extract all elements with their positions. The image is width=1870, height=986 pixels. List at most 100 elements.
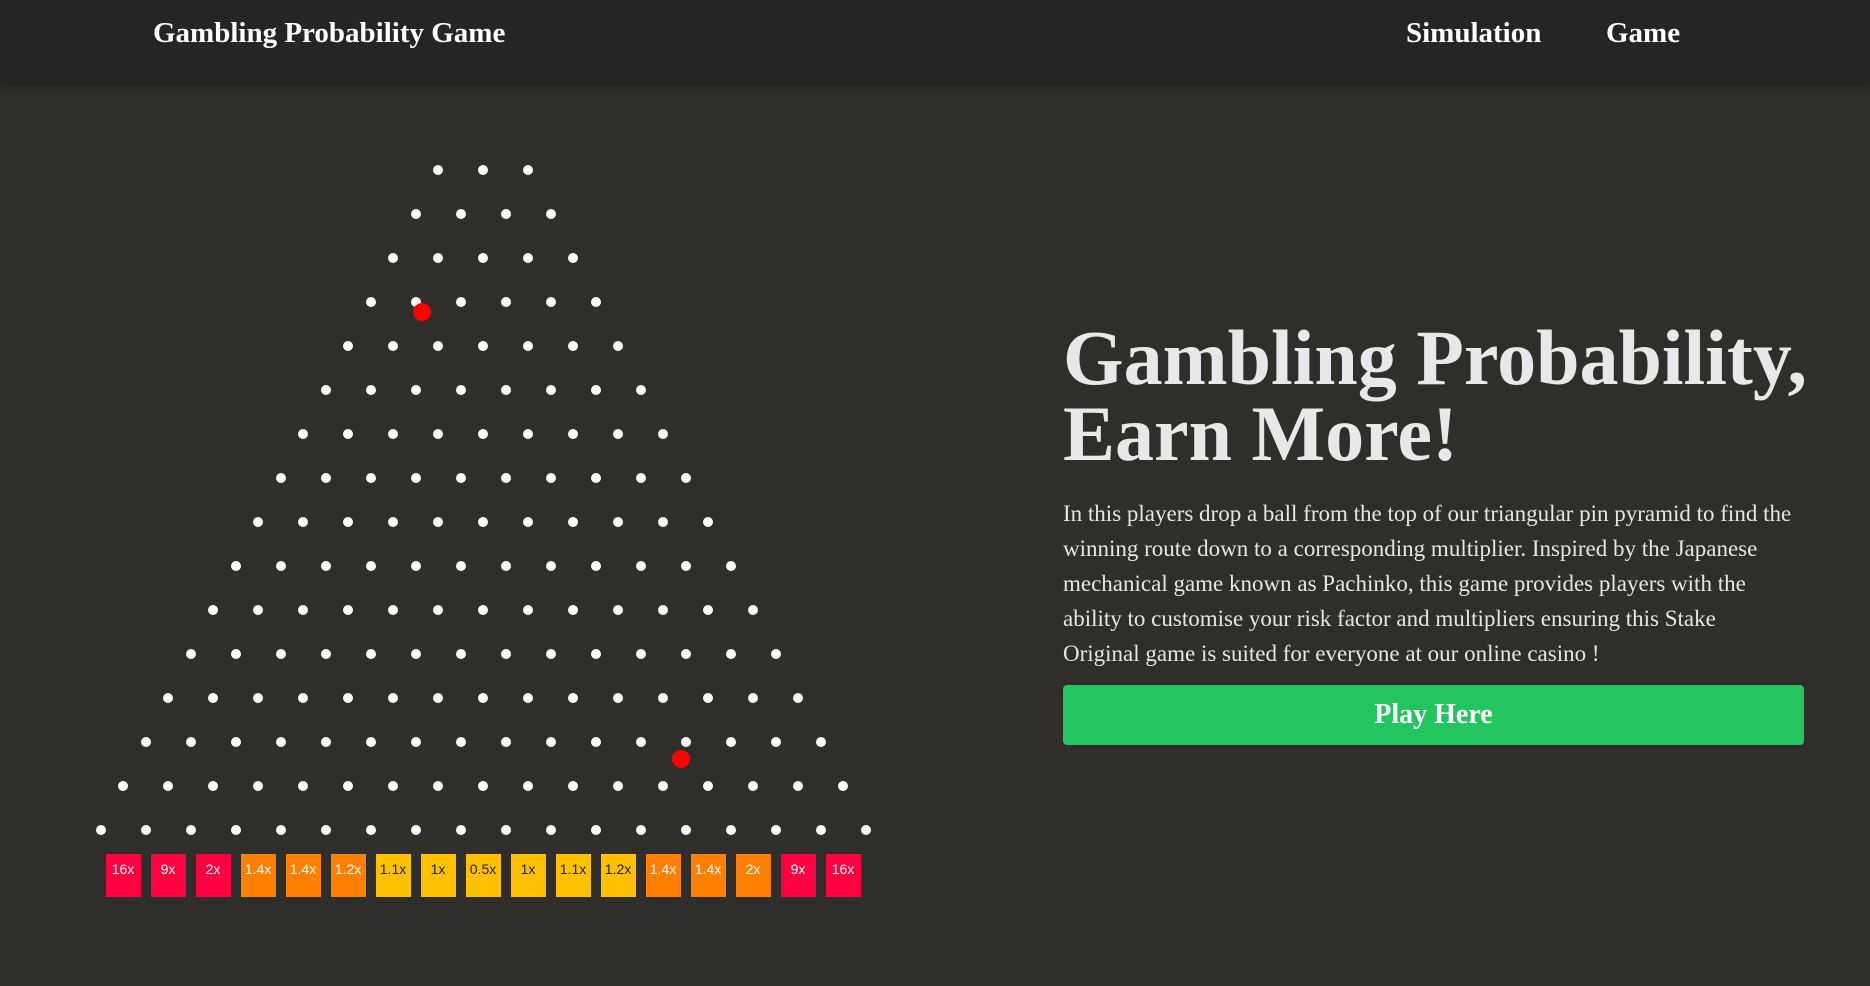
pin [365,825,376,835]
nav-link-simulation[interactable]: Simulation [1406,14,1541,52]
pin [343,693,353,703]
pin [500,473,511,483]
pin [545,385,556,395]
pin [545,649,556,659]
pin [455,737,466,747]
pin [320,385,331,395]
pin [703,693,713,703]
navbar: Gambling Probability Game Simulation Gam… [0,0,1870,82]
pin [568,693,578,703]
pin [793,781,803,791]
pin [455,209,466,219]
pin [478,341,488,351]
pin [613,781,623,791]
pin [478,517,488,527]
pin [680,737,691,747]
pin [185,825,196,835]
pin [455,297,466,307]
pin [523,517,533,527]
pin [680,561,691,571]
pin [478,781,488,791]
pin [568,429,578,439]
pin [545,825,556,835]
pin [320,561,331,571]
pin [815,737,826,747]
pin [478,253,488,263]
pin [590,825,601,835]
pin [253,781,263,791]
pin [523,341,533,351]
pin [455,473,466,483]
pin [230,825,241,835]
pin [118,781,128,791]
pin [208,781,218,791]
nav-link-game[interactable]: Game [1606,14,1680,52]
pin [298,517,308,527]
multiplier-bucket: 16x [825,854,861,897]
pin [433,165,443,175]
pin [253,517,263,527]
pin [680,649,691,659]
pin [568,605,578,615]
pin [365,385,376,395]
pin [388,253,398,263]
pin [388,429,398,439]
pin [208,605,218,615]
pin [298,429,308,439]
hero-title-line-1: Gambling Probability, [1063,314,1808,401]
pin [343,341,353,351]
pin [860,825,871,835]
hero-section: Gambling Probability, Earn More! In this… [1063,319,1813,745]
pin [433,253,443,263]
pin [500,385,511,395]
play-here-button[interactable]: Play Here [1063,685,1804,745]
pin [410,825,421,835]
pin [365,297,376,307]
pin [500,825,511,835]
pin [230,737,241,747]
pin [658,517,668,527]
pin [725,825,736,835]
plinko-board: 16x 9x 2x 1.4x 1.4x 1.2x 1.1x 1x 0.5x 1x 1.1x 1.2x 1… [0,82,1000,986]
pin [433,341,443,351]
pin [365,649,376,659]
ball [672,750,690,768]
pin [253,605,263,615]
multiplier-bucket: 1.4x [690,854,726,897]
pin [410,561,421,571]
pin [545,473,556,483]
pin [140,737,151,747]
pin [388,605,398,615]
pin [410,649,421,659]
multiplier-bucket: 1x [510,854,546,897]
multiplier-bucket: 1.4x [645,854,681,897]
pin [545,561,556,571]
pin [208,693,218,703]
pin [590,561,601,571]
hero-title: Gambling Probability, Earn More! [1063,319,1813,473]
pin [95,825,106,835]
pin [635,825,646,835]
multiplier-bucket: 9x [780,854,816,897]
pin [320,473,331,483]
pin [635,737,646,747]
pin [748,693,758,703]
ball [413,303,431,321]
pin [230,649,241,659]
pin [275,561,286,571]
pin [545,297,556,307]
multiplier-bucket: 16x [105,854,141,897]
pin [343,517,353,527]
pin [253,693,263,703]
pin [680,825,691,835]
pin [658,605,668,615]
pin [613,605,623,615]
pin [388,693,398,703]
brand-link[interactable]: Gambling Probability Game [153,14,505,52]
pin [433,605,443,615]
pin [613,341,623,351]
pin [658,781,668,791]
multiplier-bucket: 1.2x [330,854,366,897]
multiplier-bucket: 0.5x [465,854,501,897]
pin [365,561,376,571]
